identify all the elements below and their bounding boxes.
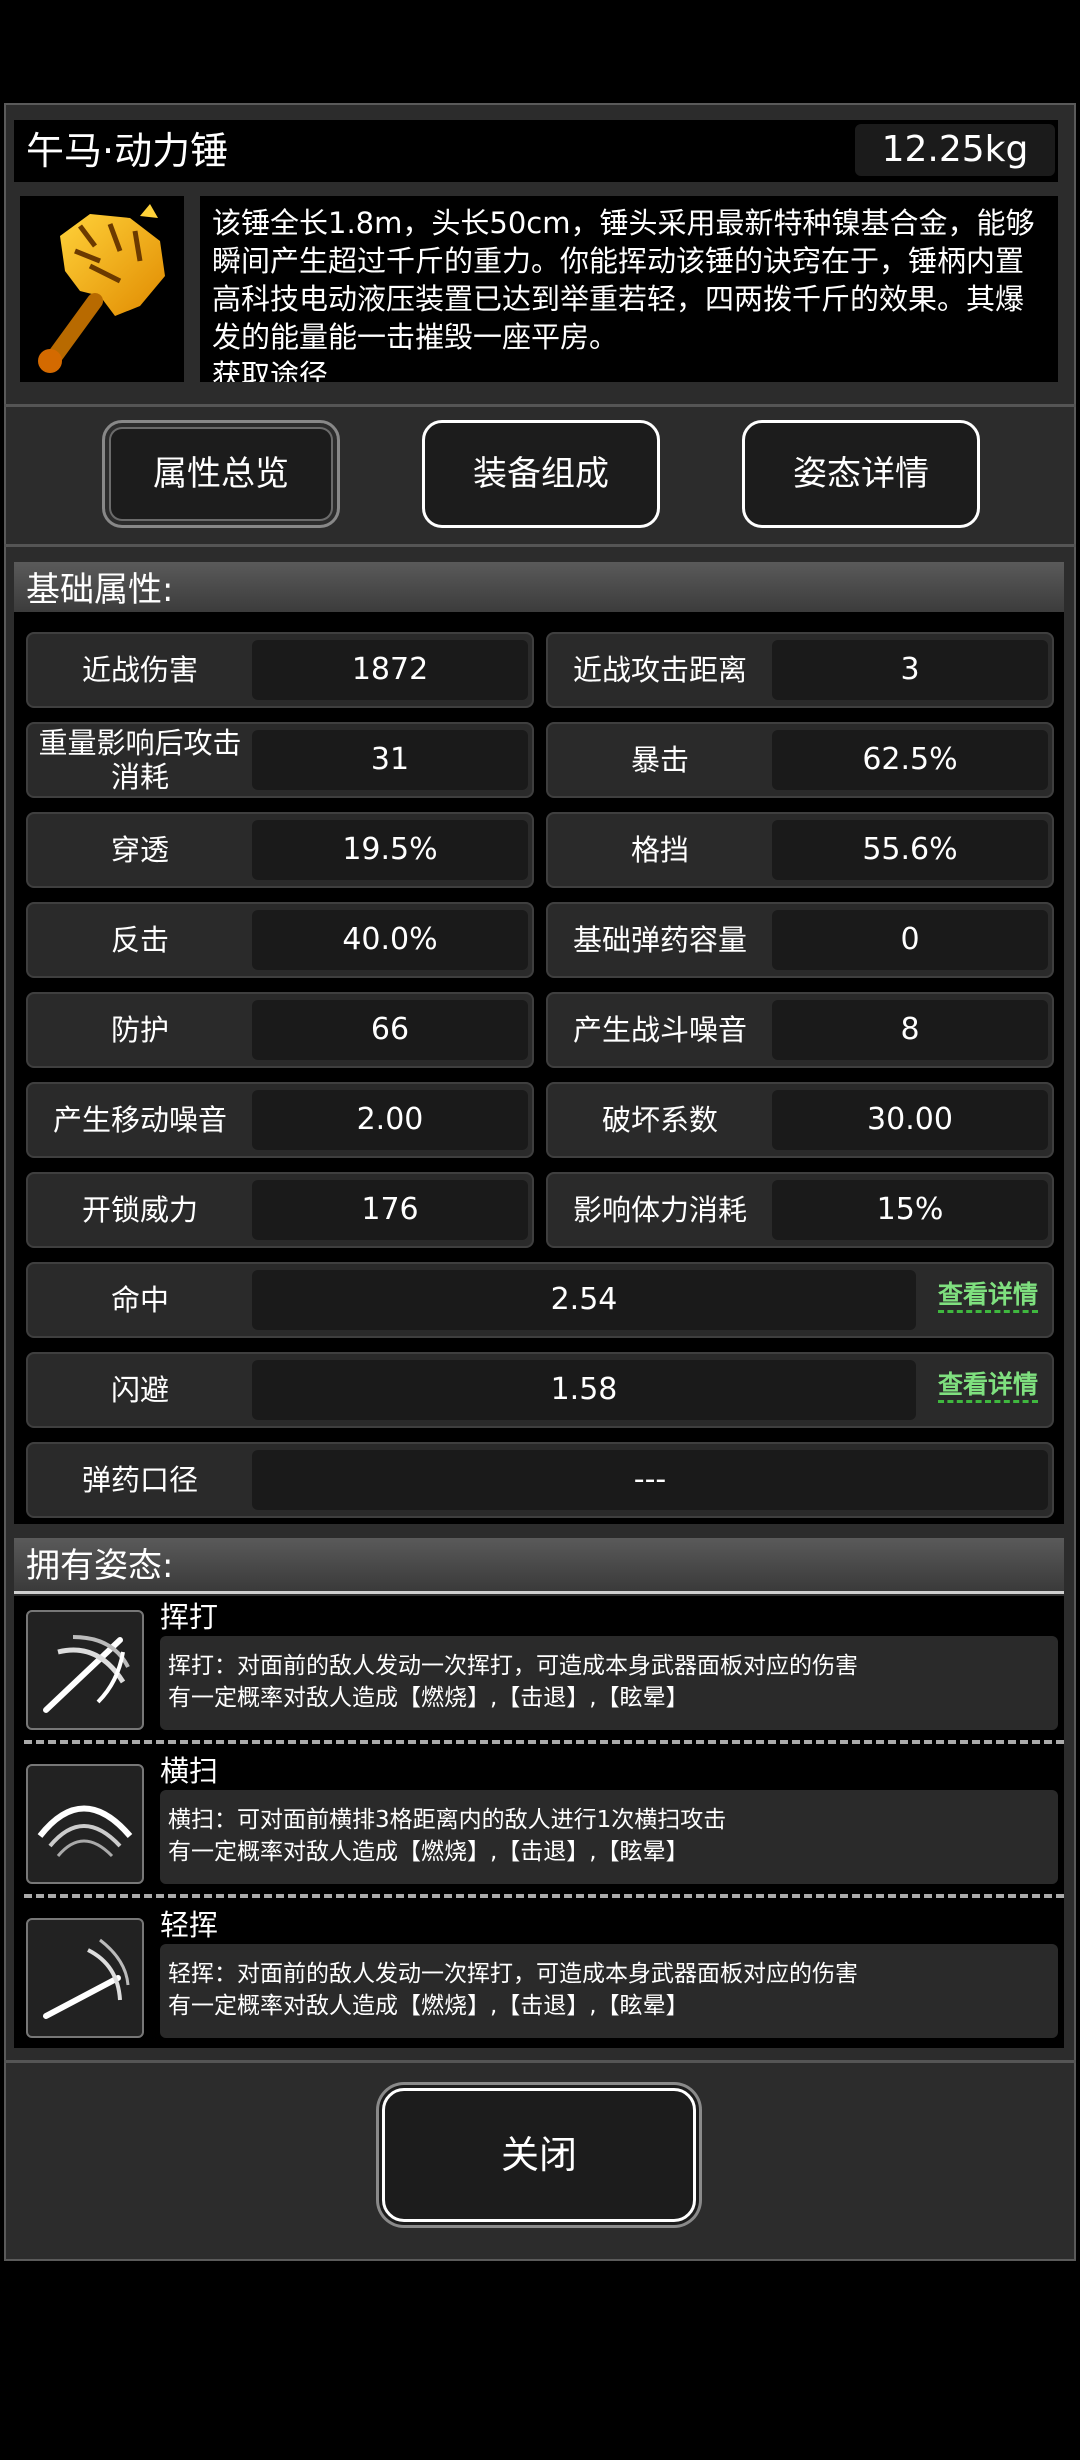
attribute-label: 影响体力消耗 xyxy=(572,1193,747,1227)
attribute-cell: 穿透 19.5% xyxy=(26,812,534,888)
sweep-slash-icon xyxy=(26,1764,144,1884)
attribute-cell: 重量影响后攻击消耗 31 xyxy=(26,722,534,798)
basic-attributes-header: 基础属性: xyxy=(14,562,1064,618)
attribute-value: 1.58 xyxy=(252,1360,916,1420)
attribute-cell-wide: 弹药口径 --- xyxy=(26,1442,1054,1518)
item-description-box[interactable]: 该锤全长1.8m，头长50cm，锤头采用最新特种镍基合金，能够瞬间产生超过千斤的… xyxy=(200,196,1058,382)
attribute-cell: 防护 66 xyxy=(26,992,534,1068)
stance-desc-line: 轻挥：对面前的敌人发动一次挥打，可造成本身武器面板对应的伤害 xyxy=(168,1961,858,1987)
sweep-slash-svg xyxy=(37,1805,133,1858)
attribute-cell: 暴击 62.5% xyxy=(546,722,1054,798)
attribute-value: 176 xyxy=(252,1180,528,1240)
attribute-label: 产生移动噪音 xyxy=(52,1103,227,1137)
light-swing-svg xyxy=(43,1938,130,2019)
attribute-value: 3 xyxy=(772,640,1048,700)
attribute-cell: 反击 40.0% xyxy=(26,902,534,978)
attribute-cell: 格挡 55.6% xyxy=(546,812,1054,888)
attribute-label: 近战伤害 xyxy=(81,653,198,687)
attribute-label: 暴击 xyxy=(630,743,689,777)
attribute-value: 19.5% xyxy=(252,820,528,880)
stance-name: 横扫 xyxy=(160,1754,219,1788)
tab-attribute-overview[interactable]: 属性总览 xyxy=(102,420,340,528)
stance-description: 横扫：可对面前横排3格距离内的敌人进行1次横扫攻击 有一定概率对敌人造成【燃烧】… xyxy=(160,1790,1058,1884)
attribute-cell: 基础弹药容量 0 xyxy=(546,902,1054,978)
attribute-label: 产生战斗噪音 xyxy=(572,1013,747,1047)
divider xyxy=(4,544,1076,547)
divider xyxy=(4,404,1076,407)
stance-desc-line: 横扫：可对面前横排3格距离内的敌人进行1次横扫攻击 xyxy=(168,1807,727,1833)
attribute-label: 命中 xyxy=(110,1283,169,1317)
view-details-link[interactable]: 查看详情 xyxy=(937,1280,1038,1313)
item-description: 该锤全长1.8m，头长50cm，锤头采用最新特种镍基合金，能够瞬间产生超过千斤的… xyxy=(212,206,1035,382)
swing-slash-icon xyxy=(26,1610,144,1730)
attribute-cell: 破坏系数 30.00 xyxy=(546,1082,1054,1158)
stance-desc-line: 有一定概率对敌人造成【燃烧】,【击退】,【眩晕】 xyxy=(168,1685,689,1711)
item-weight: 12.25kg xyxy=(855,124,1055,176)
attribute-value: 8 xyxy=(772,1000,1048,1060)
stance-desc-line: 有一定概率对敌人造成【燃烧】,【击退】,【眩晕】 xyxy=(168,1839,689,1865)
stance-name: 挥打 xyxy=(160,1600,219,1634)
dashed-divider xyxy=(24,1740,1064,1744)
tab-equipment-composition[interactable]: 装备组成 xyxy=(422,420,660,528)
attribute-label: 弹药口径 xyxy=(81,1463,198,1497)
attribute-value: 55.6% xyxy=(772,820,1048,880)
attribute-cell: 近战攻击距离 3 xyxy=(546,632,1054,708)
dashed-divider xyxy=(24,1894,1064,1898)
attribute-cell: 开锁威力 176 xyxy=(26,1172,534,1248)
attribute-value: 66 xyxy=(252,1000,528,1060)
attribute-value: 1872 xyxy=(252,640,528,700)
stance-description: 轻挥：对面前的敌人发动一次挥打，可造成本身武器面板对应的伤害 有一定概率对敌人造… xyxy=(160,1944,1058,2038)
stance-list: 挥打 挥打：对面前的敌人发动一次挥打，可造成本身武器面板对应的伤害 有一定概率对… xyxy=(14,1596,1064,2048)
golden-horse-hammer-icon xyxy=(38,204,165,373)
attribute-label: 格挡 xyxy=(630,833,689,867)
attribute-label: 闪避 xyxy=(110,1373,169,1407)
attribute-label: 反击 xyxy=(110,923,169,957)
attribute-value: 62.5% xyxy=(772,730,1048,790)
light-swing-icon xyxy=(26,1918,144,2038)
attribute-label: 开锁威力 xyxy=(81,1193,198,1227)
attribute-label: 防护 xyxy=(110,1013,169,1047)
view-details-link[interactable]: 查看详情 xyxy=(937,1370,1038,1403)
attribute-label: 近战攻击距离 xyxy=(572,653,747,687)
attribute-cell: 近战伤害 1872 xyxy=(26,632,534,708)
attribute-value: 15% xyxy=(772,1180,1048,1240)
attribute-cell-wide: 闪避 1.58 查看详情 xyxy=(26,1352,1054,1428)
attribute-label: 基础弹药容量 xyxy=(572,923,747,957)
attribute-label: 穿透 xyxy=(110,833,169,867)
stance-desc-line: 有一定概率对敌人造成【燃烧】,【击退】,【眩晕】 xyxy=(168,1993,689,2019)
item-icon-frame xyxy=(20,196,184,382)
divider xyxy=(4,2060,1076,2063)
attribute-cell: 影响体力消耗 15% xyxy=(546,1172,1054,1248)
stance-desc-line: 挥打：对面前的敌人发动一次挥打，可造成本身武器面板对应的伤害 xyxy=(168,1653,858,1679)
stance-description: 挥打：对面前的敌人发动一次挥打，可造成本身武器面板对应的伤害 有一定概率对敌人造… xyxy=(160,1636,1058,1730)
attribute-value: 30.00 xyxy=(772,1090,1048,1150)
attribute-value: --- xyxy=(252,1450,1048,1510)
item-name: 午马·动力锤 xyxy=(26,129,229,173)
swing-slash-svg xyxy=(43,1635,130,1713)
attribute-label: 破坏系数 xyxy=(601,1103,718,1137)
tab-stance-details[interactable]: 姿态详情 xyxy=(742,420,980,528)
close-button[interactable]: 关闭 xyxy=(382,2088,696,2222)
attribute-value: 2.00 xyxy=(252,1090,528,1150)
attribute-label: 重量影响后攻击消耗 xyxy=(38,726,242,794)
attribute-value: 2.54 xyxy=(252,1270,916,1330)
attribute-value: 40.0% xyxy=(252,910,528,970)
stance-name: 轻挥 xyxy=(160,1908,219,1942)
stances-header: 拥有姿态: xyxy=(14,1538,1064,1594)
attribute-cell: 产生移动噪音 2.00 xyxy=(26,1082,534,1158)
attribute-value: 31 xyxy=(252,730,528,790)
attribute-cell-wide: 命中 2.54 查看详情 xyxy=(26,1262,1054,1338)
attribute-value: 0 xyxy=(772,910,1048,970)
attribute-cell: 产生战斗噪音 8 xyxy=(546,992,1054,1068)
